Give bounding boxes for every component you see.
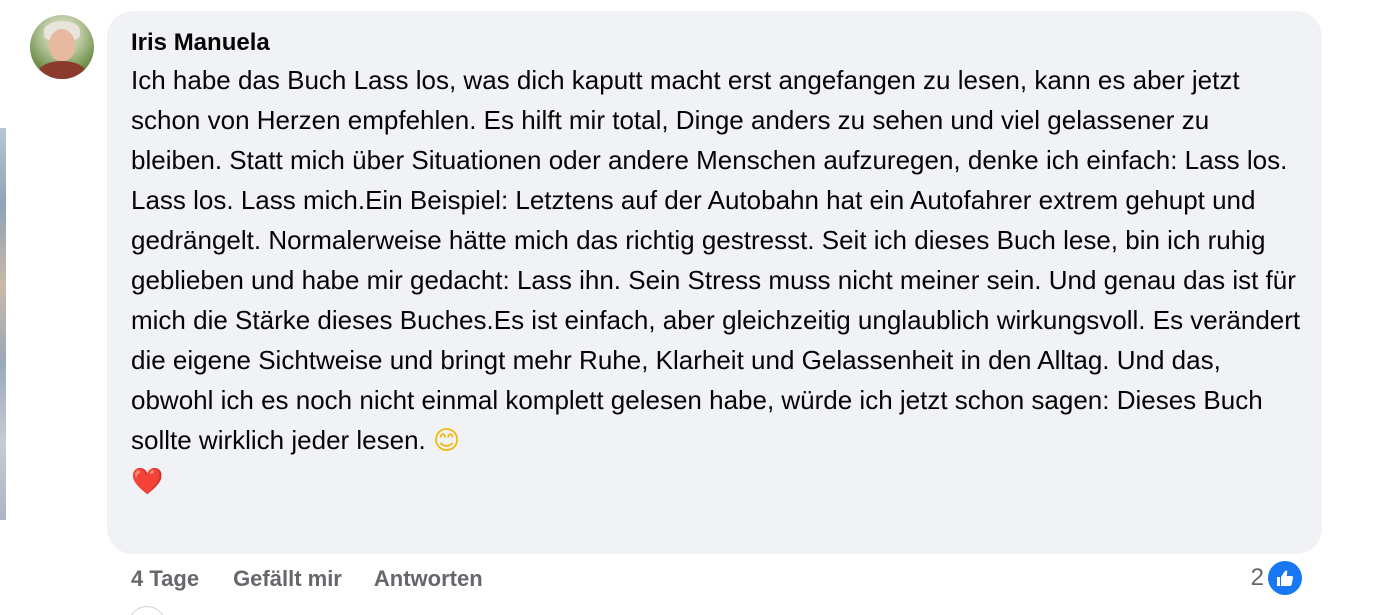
comment-thread: Iris Manuela Ich habe das Buch Lass los,…	[0, 0, 1380, 615]
comment-timestamp[interactable]: 4 Tage	[131, 566, 199, 592]
comment-author[interactable]: Iris Manuela	[131, 29, 270, 57]
reply-button[interactable]: Antworten	[374, 566, 483, 592]
comment-actions: 4 Tage Gefällt mir Antworten	[131, 562, 515, 596]
comment-text: Ich habe das Buch Lass los, was dich kap…	[131, 65, 1301, 455]
reaction-summary[interactable]: 2	[1251, 560, 1302, 596]
background-edge	[0, 128, 6, 520]
avatar-face	[49, 29, 75, 61]
next-comment-avatar	[128, 606, 166, 615]
thumbs-up-icon	[1268, 561, 1302, 595]
smile-emoji-icon: 😊	[433, 426, 461, 456]
comment-body: Ich habe das Buch Lass los, was dich kap…	[131, 60, 1303, 502]
avatar[interactable]	[30, 15, 94, 79]
like-button[interactable]: Gefällt mir	[233, 566, 342, 592]
avatar-body	[38, 61, 86, 79]
heart-emoji-icon: ❤️	[131, 467, 164, 497]
reaction-count: 2	[1250, 564, 1264, 591]
